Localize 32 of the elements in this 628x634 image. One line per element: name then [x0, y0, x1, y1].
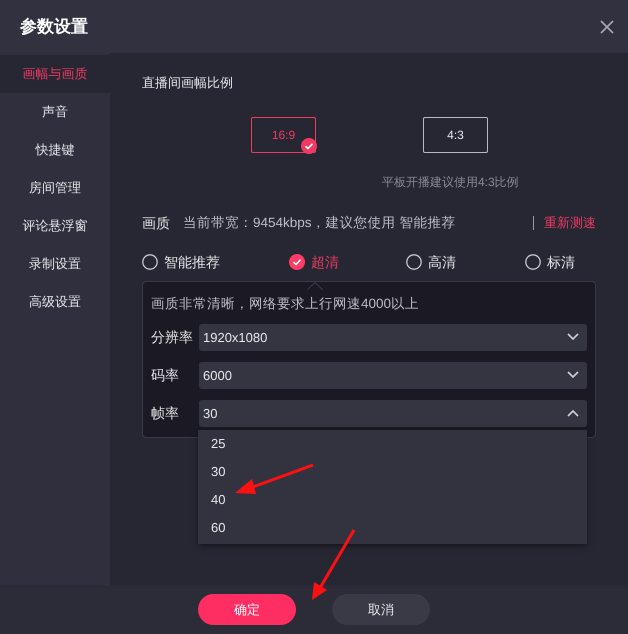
sidebar-item[interactable]: 录制设置 — [0, 245, 110, 283]
description-text: 画质非常清晰，网络要求上行网速4000以上 — [151, 294, 420, 312]
ratio-option[interactable]: 16:9 — [251, 116, 316, 152]
ratio-option[interactable]: 4:3 — [423, 116, 488, 152]
dropdown-item[interactable]: 40 — [198, 486, 587, 514]
dropdown-item[interactable]: 30 — [198, 458, 587, 486]
sidebar-item[interactable]: 快捷键 — [0, 131, 110, 169]
select-field[interactable]: 6000 — [199, 362, 587, 389]
sidebar-item[interactable]: 评论悬浮窗 — [0, 207, 110, 245]
field-label: 帧率 — [151, 404, 180, 423]
section-title: 画质 — [142, 214, 170, 232]
field-label: 码率 — [151, 366, 180, 385]
sidebar-item[interactable]: 房间管理 — [0, 169, 110, 207]
radio-option[interactable]: 高清 — [406, 252, 456, 272]
sidebar-item[interactable]: 声音 — [0, 93, 110, 131]
field-label: 分辨率 — [151, 328, 194, 347]
cancel-button[interactable]: 取消 — [332, 594, 430, 625]
hint-text: 平板开播建议使用4:3比例 — [382, 174, 520, 190]
sidebar-item[interactable]: 画幅与画质 — [0, 55, 110, 93]
window-title: 参数设置 — [20, 16, 88, 38]
bandwidth-text: 当前带宽：9454kbps，建议您使用 智能推荐 — [183, 214, 456, 232]
confirm-button[interactable]: 确定 — [198, 594, 296, 625]
select-field[interactable]: 1920x1080 — [199, 324, 587, 351]
radio-option[interactable]: 智能推荐 — [142, 252, 220, 272]
dropdown-item[interactable]: 25 — [198, 430, 587, 458]
sidebar-item[interactable]: 高级设置 — [0, 283, 110, 321]
dropdown-item[interactable]: 60 — [198, 514, 587, 542]
radio-option[interactable]: 标清 — [525, 252, 575, 272]
radio-option[interactable]: 超清 — [289, 252, 339, 272]
section-title: 直播间画幅比例 — [142, 74, 234, 92]
select-field[interactable]: 30 — [199, 400, 587, 427]
retest-link[interactable]: 重新测速 — [544, 213, 596, 233]
